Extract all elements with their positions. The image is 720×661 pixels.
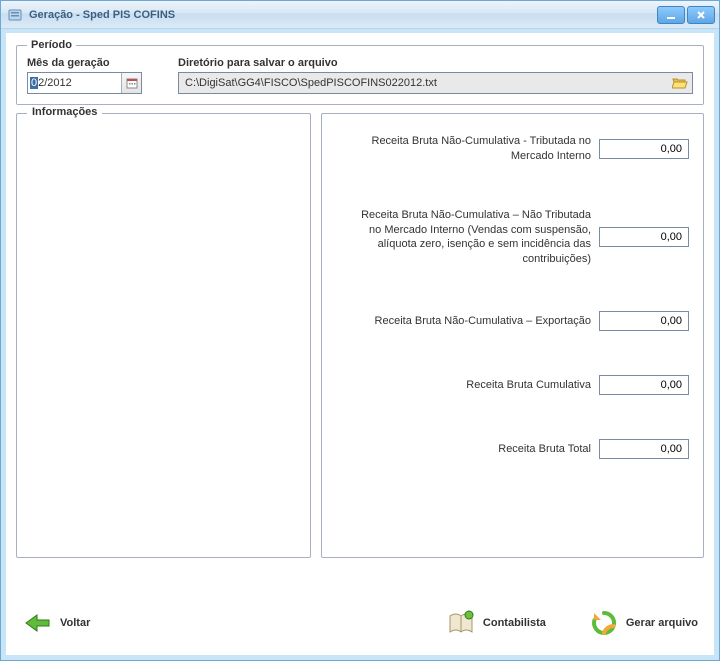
minimize-button[interactable] <box>657 6 685 24</box>
contabilista-label: Contabilista <box>483 617 546 629</box>
contabilista-button[interactable]: Contabilista <box>439 603 552 643</box>
footer: Voltar Contabilista <box>16 601 704 645</box>
field-input-0[interactable] <box>599 139 689 159</box>
informacoes-legend: Informações <box>27 106 102 118</box>
field-input-1[interactable] <box>599 227 689 247</box>
gerar-label: Gerar arquivo <box>626 617 698 629</box>
window-title: Geração - Sped PIS COFINS <box>29 9 175 21</box>
folder-open-icon <box>672 76 688 90</box>
periodo-group: Período Mês da geração 02/2012 <box>16 39 704 105</box>
dir-label: Diretório para salvar o arquivo <box>178 57 693 69</box>
voltar-button[interactable]: Voltar <box>16 603 96 643</box>
field-input-3[interactable] <box>599 375 689 395</box>
field-label-2: Receita Bruta Não-Cumulativa – Exportaçã… <box>375 314 591 329</box>
browse-button[interactable] <box>668 73 692 93</box>
periodo-legend: Período <box>27 39 76 51</box>
mes-label: Mês da geração <box>27 57 162 69</box>
mes-input-wrap[interactable]: 02/2012 <box>27 72 142 94</box>
gerar-button[interactable]: Gerar arquivo <box>582 603 704 643</box>
field-input-4[interactable] <box>599 439 689 459</box>
calendar-button[interactable] <box>121 73 141 93</box>
mes-selected-char: 0 <box>30 77 38 89</box>
field-label-1: Receita Bruta Não-Cumulativa – Não Tribu… <box>351 208 591 267</box>
informacoes-panel: Informações <box>16 113 311 558</box>
window-root: Geração - Sped PIS COFINS Período Mês da… <box>0 0 720 661</box>
dir-input-wrap: C:\DigiSat\GG4\FISCO\SpedPISCOFINS022012… <box>178 72 693 94</box>
mes-input[interactable]: 02/2012 <box>28 73 121 93</box>
dir-value: C:\DigiSat\GG4\FISCO\SpedPISCOFINS022012… <box>179 77 668 89</box>
book-icon <box>445 607 477 639</box>
content-frame: Período Mês da geração 02/2012 <box>1 29 719 660</box>
calendar-icon <box>126 77 138 89</box>
voltar-label: Voltar <box>60 617 90 629</box>
window-buttons <box>657 6 715 24</box>
back-arrow-icon <box>22 607 54 639</box>
close-button[interactable] <box>687 6 715 24</box>
field-label-3: Receita Bruta Cumulativa <box>466 378 591 393</box>
field-input-2[interactable] <box>599 311 689 331</box>
app-icon <box>7 7 23 23</box>
field-label-4: Receita Bruta Total <box>498 442 591 457</box>
receitas-panel: Receita Bruta Não-Cumulativa - Tributada… <box>321 113 704 558</box>
titlebar: Geração - Sped PIS COFINS <box>1 1 719 29</box>
mes-rest: 2/2012 <box>38 77 72 89</box>
field-label-0: Receita Bruta Não-Cumulativa - Tributada… <box>351 134 591 164</box>
content: Período Mês da geração 02/2012 <box>6 33 714 655</box>
refresh-icon <box>588 607 620 639</box>
